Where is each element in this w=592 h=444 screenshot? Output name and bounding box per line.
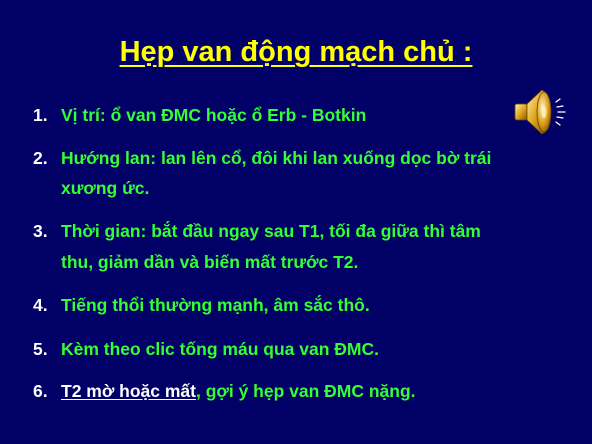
item-text: Tiếng thổi thường mạnh, âm sắc thô. [61,295,370,315]
item-text: Hướng lan: lan lên cổ, đôi khi lan xuống… [61,148,492,168]
item-text-continued: xương ức. [61,178,150,198]
item-text: Kèm theo clic tống máu qua van ĐMC. [61,339,379,359]
item-number: 3. [33,221,48,241]
item-text: T2 mờ hoặc mất, gợi ý hẹp van ĐMC nặng. [61,376,416,406]
item-text-continued: thu, giảm dần và biến mất trước T2. [61,252,359,272]
slide: Hẹp van động mạch chủ : 1. Vị trí: ổ van… [0,0,592,444]
item-text-rest: , gợi ý hẹp van ĐMC nặng. [195,381,416,401]
speaker-sound-icon[interactable] [512,84,568,140]
item-number: 5. [33,339,48,359]
item-text: Vị trí: ổ van ĐMC hoặc ổ Erb - Botkin [61,105,367,125]
slide-title: Hẹp van động mạch chủ : [119,36,473,68]
item-text: Thời gian: bắt đầu ngay sau T1, tối đa g… [61,221,481,241]
item-number: 6. [33,381,48,401]
underlined-text: T2 mờ hoặc mất [61,381,196,401]
item-number: 1. [33,105,48,125]
item-number: 2. [33,148,48,168]
item-number: 4. [33,295,48,315]
